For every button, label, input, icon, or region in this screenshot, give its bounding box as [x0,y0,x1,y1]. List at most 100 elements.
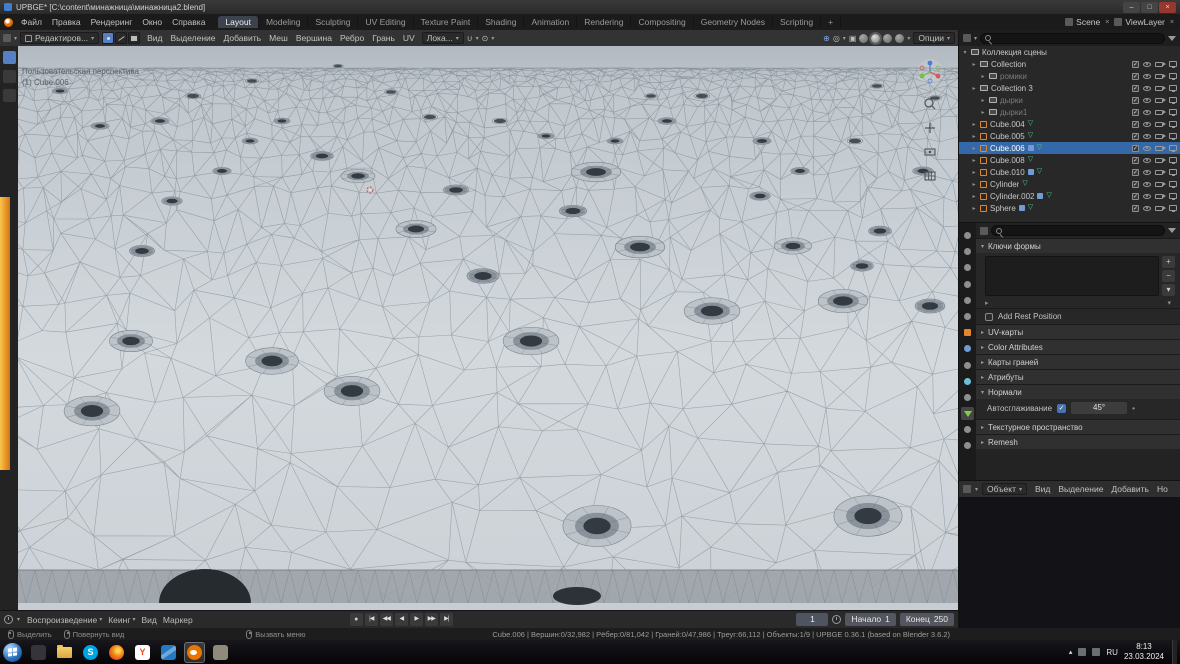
overlays-caret-icon[interactable]: ▾ [843,35,846,42]
outliner-editor-icon[interactable] [963,34,971,42]
start-button[interactable] [3,643,22,662]
current-frame-field[interactable]: 1 [796,613,828,626]
disable-render-icon[interactable] [1155,86,1163,91]
options-dropdown[interactable]: Опции ▾ [913,32,955,44]
outliner-row-selected[interactable]: ▸Cube.006▽✓ [959,142,1180,154]
workspace-tab[interactable]: Animation [524,16,577,28]
exclude-checkbox[interactable]: ✓ [1132,73,1139,80]
disclosure-icon[interactable]: ▸ [971,145,977,152]
minimize-button[interactable]: – [1123,2,1140,13]
disable-render-icon[interactable] [1155,134,1163,139]
hide-viewport-icon[interactable] [1143,182,1151,187]
exclude-checkbox[interactable]: ✓ [1132,97,1139,104]
taskbar-icon-blender[interactable] [184,642,205,663]
disclosure-icon[interactable]: ▸ [971,157,977,164]
disable-viewport-icon[interactable] [1169,85,1177,91]
properties-search-input[interactable] [991,225,1165,236]
exclude-checkbox[interactable]: ✓ [1132,193,1139,200]
expand-icon[interactable]: ▸ [985,299,989,307]
outliner-search-input[interactable] [980,33,1165,44]
outliner-row[interactable]: ▸Sphere▽✓ [959,202,1180,214]
viewport-menu-item[interactable]: Меш [265,33,292,43]
exclude-checkbox[interactable]: ✓ [1132,121,1139,128]
tray-network-icon[interactable] [1078,648,1086,656]
disable-viewport-icon[interactable] [1169,157,1177,163]
disable-render-icon[interactable] [1155,98,1163,103]
gn-editor-icon[interactable] [963,485,971,493]
section-header-6[interactable]: ▾Нормали [976,384,1180,399]
disclosure-icon[interactable]: ▸ [971,181,977,188]
gizmo-toggle-icon[interactable]: ⊕ [823,34,830,43]
disclosure-icon[interactable]: ▸ [971,205,977,212]
taskbar-icon-yandex-browser[interactable]: Y [132,642,153,663]
prop-tab-constraints[interactable] [961,391,974,404]
prop-tab-material[interactable] [961,423,974,436]
exclude-checkbox[interactable]: ✓ [1132,109,1139,116]
prop-tab-physics[interactable] [961,375,974,388]
outliner-row-scene-collection[interactable]: ▾ Коллекция сцены [959,46,1180,58]
hide-viewport-icon[interactable] [1143,86,1151,91]
tray-volume-icon[interactable] [1092,648,1100,656]
disclosure-icon[interactable]: ▸ [971,193,977,200]
workspace-tab[interactable]: Scripting [773,16,821,28]
transform-orientation-dropdown[interactable]: Лока... ▾ [422,32,464,44]
workspace-tab[interactable]: Modeling [259,16,309,28]
frame-end-field[interactable]: Конец 250 [900,613,954,626]
disable-viewport-icon[interactable] [1169,169,1177,175]
workspace-tab[interactable]: Sculpting [308,16,358,28]
cursor-tool-button[interactable] [3,89,16,102]
select-box-tool-button[interactable] [3,70,16,83]
workspace-tab[interactable]: UV Editing [358,16,413,28]
menu-item[interactable]: Файл [16,17,47,27]
disable-render-icon[interactable] [1155,206,1163,211]
prop-tab-particles[interactable] [961,359,974,372]
section-header-4[interactable]: ▸Карты граней [976,354,1180,369]
autosmooth-checkbox[interactable]: ✓ [1057,404,1066,413]
timeline-editor-icon[interactable] [4,615,13,624]
jump-to-start-button[interactable]: |◀ [365,613,378,626]
exclude-checkbox[interactable]: ✓ [1132,169,1139,176]
tray-expand-icon[interactable]: ▴ [1069,648,1073,656]
hide-viewport-icon[interactable] [1143,158,1151,163]
hide-viewport-icon[interactable] [1143,170,1151,175]
viewport-menu-item[interactable]: Грань [368,33,399,43]
disclosure-icon[interactable]: ▸ [971,121,977,128]
disable-render-icon[interactable] [1155,74,1163,79]
disclosure-icon[interactable]: ▸ [980,73,986,80]
gn-menu-item[interactable]: Но [1153,484,1172,494]
snap-magnet-icon[interactable]: ∪ [467,34,473,43]
workspace-tab[interactable]: Geometry Nodes [694,16,773,28]
gn-menu-item[interactable]: Вид [1031,484,1054,494]
hide-viewport-icon[interactable] [1143,134,1151,139]
viewport-menu-item[interactable]: UV [399,33,419,43]
shading-caret-icon[interactable]: ▾ [907,35,910,42]
viewport-menu-item[interactable]: Добавить [220,33,266,43]
outliner-row[interactable]: ▸Collection 3✓ [959,82,1180,94]
overlays-toggle-icon[interactable]: ◎ [833,34,840,43]
taskbar-icon-file-explorer[interactable] [54,642,75,663]
editor-type-icon[interactable] [3,34,11,42]
prev-keyframe-button[interactable]: ◀◀ [380,613,393,626]
scene-selector[interactable]: Scene [1076,17,1100,27]
proportional-caret-icon[interactable]: ▾ [491,35,494,42]
hide-viewport-icon[interactable] [1143,62,1151,67]
vertex-select-button[interactable] [102,32,114,44]
add-rest-position-checkbox[interactable] [985,313,993,321]
section-header-8[interactable]: ▸Remesh [976,434,1180,449]
exclude-checkbox[interactable]: ✓ [1132,205,1139,212]
disclosure-icon[interactable]: ▸ [971,85,977,92]
section-header-5[interactable]: ▸Атрибуты [976,369,1180,384]
remove-shape-key-button[interactable]: − [1162,270,1175,282]
prop-tab-render[interactable] [961,245,974,258]
taskbar-icon-pinned-app[interactable] [28,642,49,663]
next-keyframe-button[interactable]: ▶▶ [425,613,438,626]
prop-tab-texture[interactable] [961,439,974,452]
exclude-checkbox[interactable]: ✓ [1132,181,1139,188]
disable-render-icon[interactable] [1155,146,1163,151]
animate-property-icon[interactable]: • [1132,404,1135,413]
mode-dropdown[interactable]: Редактиров... ▾ [20,32,99,44]
play-button[interactable]: ▶ [410,613,423,626]
hide-viewport-icon[interactable] [1143,110,1151,115]
blender-menu-icon[interactable] [4,18,13,27]
menu-item[interactable]: Справка [167,17,210,27]
